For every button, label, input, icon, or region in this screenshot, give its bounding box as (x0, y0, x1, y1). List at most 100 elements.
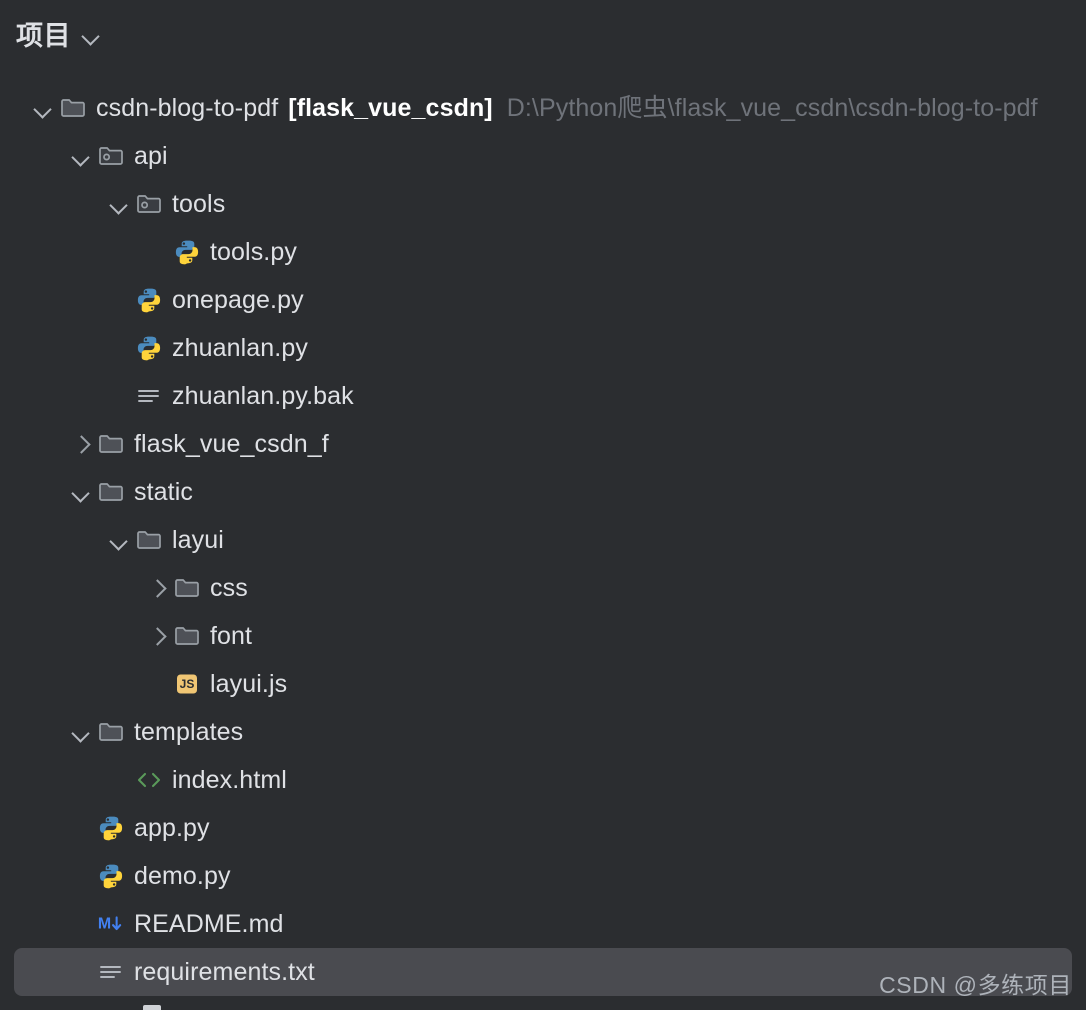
tree-row[interactable]: csdn-blog-to-pdf [flask_vue_csdn] D:\Pytho… (14, 84, 1072, 132)
next-row-sliver (143, 1005, 161, 1010)
tree-row[interactable]: css (14, 564, 1072, 612)
tree-row-label: static (134, 477, 193, 506)
tree-row[interactable]: tools (14, 180, 1072, 228)
twisty-placeholder (66, 861, 96, 891)
tree-row[interactable]: layui (14, 516, 1072, 564)
python-file-icon (134, 285, 164, 315)
chevron-down-icon[interactable] (66, 141, 96, 171)
tree-row[interactable]: templates (14, 708, 1072, 756)
tree-row-label: tools.py (210, 237, 297, 266)
python-file-icon (96, 861, 126, 891)
tree-row[interactable]: onepage.py (14, 276, 1072, 324)
tree-row[interactable]: demo.py (14, 852, 1072, 900)
project-tree[interactable]: csdn-blog-to-pdf [flask_vue_csdn] D:\Pytho… (0, 72, 1086, 996)
tree-row-label: index.html (172, 765, 287, 794)
module-name: [flask_vue_csdn] (288, 93, 493, 122)
tree-row-label: flask_vue_csdn_f (134, 429, 329, 458)
tree-row-label: templates (134, 717, 244, 746)
twisty-placeholder (104, 765, 134, 795)
chevron-down-icon[interactable] (81, 25, 103, 47)
tree-row[interactable]: flask_vue_csdn_f (14, 420, 1072, 468)
folder-icon (58, 93, 88, 123)
folder-icon (96, 429, 126, 459)
folder-icon (134, 525, 164, 555)
text-file-icon (134, 381, 164, 411)
tree-row-label: demo.py (134, 861, 231, 890)
tree-row[interactable]: font (14, 612, 1072, 660)
html-file-icon (134, 765, 164, 795)
tree-row[interactable]: JS layui.js (14, 660, 1072, 708)
tree-row[interactable]: requirements.txt (14, 948, 1072, 996)
twisty-placeholder (104, 381, 134, 411)
page-title: 项目 (16, 20, 71, 51)
tree-row-label: layui (172, 525, 224, 554)
tree-row[interactable]: app.py (14, 804, 1072, 852)
chevron-down-icon[interactable] (104, 525, 134, 555)
tree-row-label: css (210, 573, 248, 602)
tree-row-label: onepage.py (172, 285, 304, 314)
tree-row-label: font (210, 621, 253, 650)
python-file-icon (96, 813, 126, 843)
python-file-icon (172, 237, 202, 267)
chevron-down-icon[interactable] (28, 93, 58, 123)
python-file-icon (134, 333, 164, 363)
svg-text:M: M (98, 916, 111, 933)
source-folder-icon (134, 189, 164, 219)
chevron-right-icon[interactable] (142, 621, 172, 651)
js-file-icon: JS (172, 669, 202, 699)
tree-row[interactable]: api (14, 132, 1072, 180)
twisty-placeholder (104, 285, 134, 315)
chevron-down-icon[interactable] (66, 717, 96, 747)
tree-row-label: requirements.txt (134, 957, 315, 986)
chevron-right-icon[interactable] (142, 573, 172, 603)
chevron-right-icon[interactable] (66, 429, 96, 459)
folder-icon (96, 477, 126, 507)
twisty-placeholder (66, 909, 96, 939)
tree-row-label: csdn-blog-to-pdf (96, 93, 279, 122)
tree-row[interactable]: zhuanlan.py.bak (14, 372, 1072, 420)
twisty-placeholder (104, 333, 134, 363)
twisty-placeholder (142, 669, 172, 699)
project-path: D:\Python爬虫\flask_vue_csdn\csdn-blog-to-… (506, 93, 1038, 122)
twisty-placeholder (142, 237, 172, 267)
tree-row[interactable]: M README.md (14, 900, 1072, 948)
tree-row-label: README.md (134, 909, 284, 938)
text-file-icon (96, 957, 126, 987)
folder-icon (96, 717, 126, 747)
folder-icon (172, 573, 202, 603)
tree-row-label: layui.js (210, 669, 288, 698)
svg-text:JS: JS (180, 677, 195, 691)
tree-row[interactable]: index.html (14, 756, 1072, 804)
tree-row-label: tools (172, 189, 226, 218)
tree-row-label: zhuanlan.py (172, 333, 308, 362)
chevron-down-icon[interactable] (104, 189, 134, 219)
tree-row[interactable]: zhuanlan.py (14, 324, 1072, 372)
chevron-down-icon[interactable] (66, 477, 96, 507)
twisty-placeholder (66, 813, 96, 843)
markdown-file-icon: M (96, 909, 126, 939)
project-tool-window: 项目 csdn-blog-to-pdf [flask_vue_csdn] D:\Py… (0, 0, 1086, 1010)
source-folder-icon (96, 141, 126, 171)
tree-row-label: zhuanlan.py.bak (172, 381, 354, 410)
tree-row[interactable]: static (14, 468, 1072, 516)
tree-row[interactable]: tools.py (14, 228, 1072, 276)
folder-icon (172, 621, 202, 651)
tool-window-header: 项目 (0, 0, 1086, 72)
